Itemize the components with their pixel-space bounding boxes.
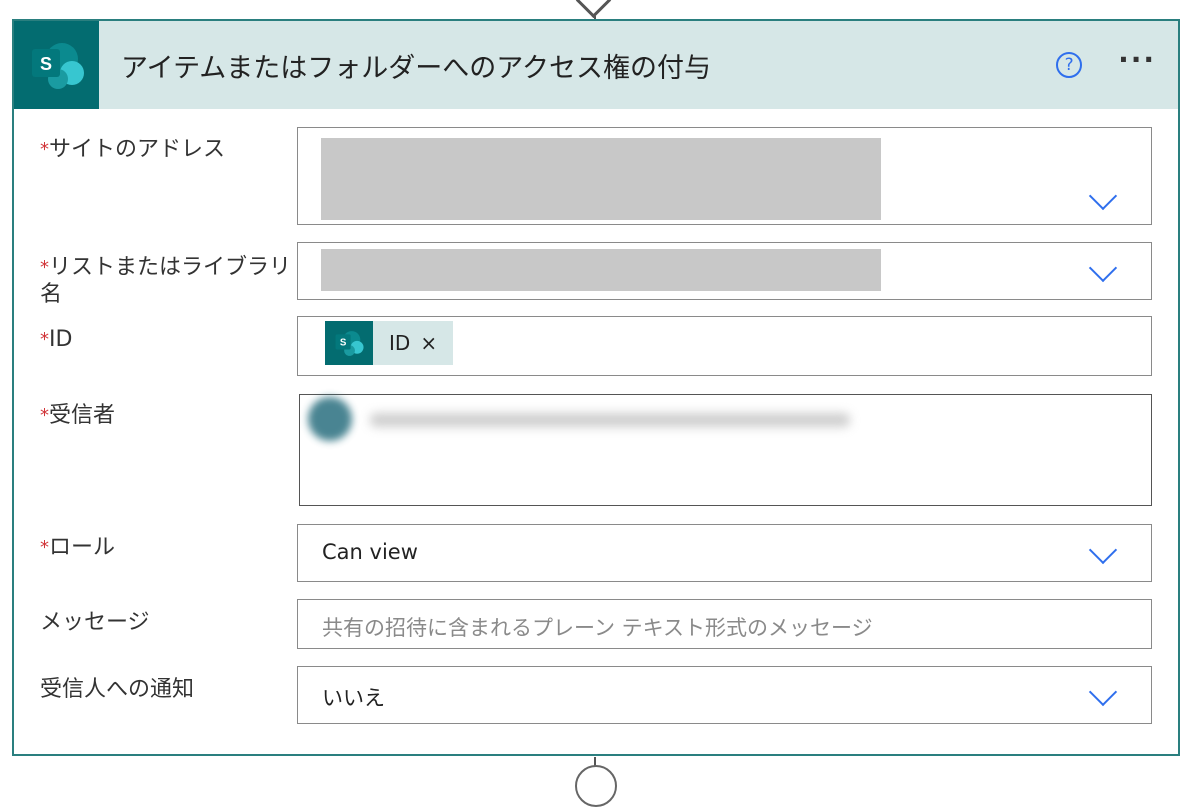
redacted-list-name — [321, 249, 881, 291]
message-placeholder: 共有の招待に含まれるプレーン テキスト形式のメッセージ — [322, 616, 873, 640]
list-name-label-text: リストまたはライブラリ名 — [40, 255, 292, 307]
notify-label-text: 受信人への通知 — [40, 677, 195, 702]
card-header[interactable]: S アイテムまたはフォルダーへのアクセス権の付与 ? ··· — [14, 21, 1178, 109]
chevron-down-icon[interactable] — [1088, 677, 1118, 707]
message-label: メッセージ — [40, 609, 300, 636]
redacted-site-address — [321, 138, 881, 220]
role-dropdown[interactable]: Can view — [297, 524, 1152, 582]
role-label-text: ロール — [49, 535, 116, 560]
notify-value: いいえ — [322, 686, 385, 710]
action-card: S アイテムまたはフォルダーへのアクセス権の付与 ? ··· *サイトのアドレス… — [12, 19, 1180, 756]
recipients-label: *受信者 — [40, 402, 300, 429]
required-marker: * — [40, 537, 49, 558]
required-marker: * — [40, 405, 49, 426]
svg-text:S: S — [340, 338, 347, 349]
flow-arrow-icon — [575, 0, 612, 19]
site-address-dropdown[interactable] — [297, 127, 1152, 225]
id-label-text: ID — [49, 327, 73, 352]
help-icon[interactable]: ? — [1056, 52, 1083, 78]
recipients-input[interactable] — [299, 394, 1152, 506]
id-token[interactable]: S ID × — [325, 321, 453, 365]
id-token-label: ID — [389, 331, 411, 355]
chevron-down-icon[interactable] — [1088, 253, 1118, 283]
add-step-icon[interactable] — [575, 765, 617, 807]
list-name-label: *リストまたはライブラリ名 — [40, 254, 295, 308]
remove-token-icon[interactable]: × — [420, 331, 437, 355]
more-options-icon[interactable]: ··· — [1118, 46, 1156, 80]
notify-label: 受信人への通知 — [40, 676, 300, 703]
id-label: *ID — [40, 326, 300, 353]
chevron-down-icon[interactable] — [1088, 535, 1118, 565]
card-title: アイテムまたはフォルダーへのアクセス権の付与 — [121, 52, 711, 84]
sharepoint-icon: S — [325, 321, 373, 365]
sharepoint-icon: S — [14, 21, 99, 109]
message-label-text: メッセージ — [40, 610, 150, 635]
required-marker: * — [40, 257, 49, 278]
chevron-down-icon[interactable] — [1088, 181, 1118, 211]
required-marker: * — [40, 329, 49, 350]
id-input[interactable]: S ID × — [297, 316, 1152, 376]
role-label: *ロール — [40, 534, 300, 561]
message-input[interactable]: 共有の招待に含まれるプレーン テキスト形式のメッセージ — [297, 599, 1152, 649]
recipients-label-text: 受信者 — [49, 403, 116, 428]
required-marker: * — [40, 139, 49, 160]
list-name-dropdown[interactable] — [297, 242, 1152, 300]
redacted-avatar — [308, 397, 352, 441]
svg-text:S: S — [39, 54, 51, 74]
role-value: Can view — [322, 540, 418, 564]
site-address-label-text: サイトのアドレス — [49, 137, 226, 162]
notify-dropdown[interactable]: いいえ — [297, 666, 1152, 724]
redacted-recipient — [370, 413, 850, 427]
site-address-label: *サイトのアドレス — [40, 136, 300, 163]
